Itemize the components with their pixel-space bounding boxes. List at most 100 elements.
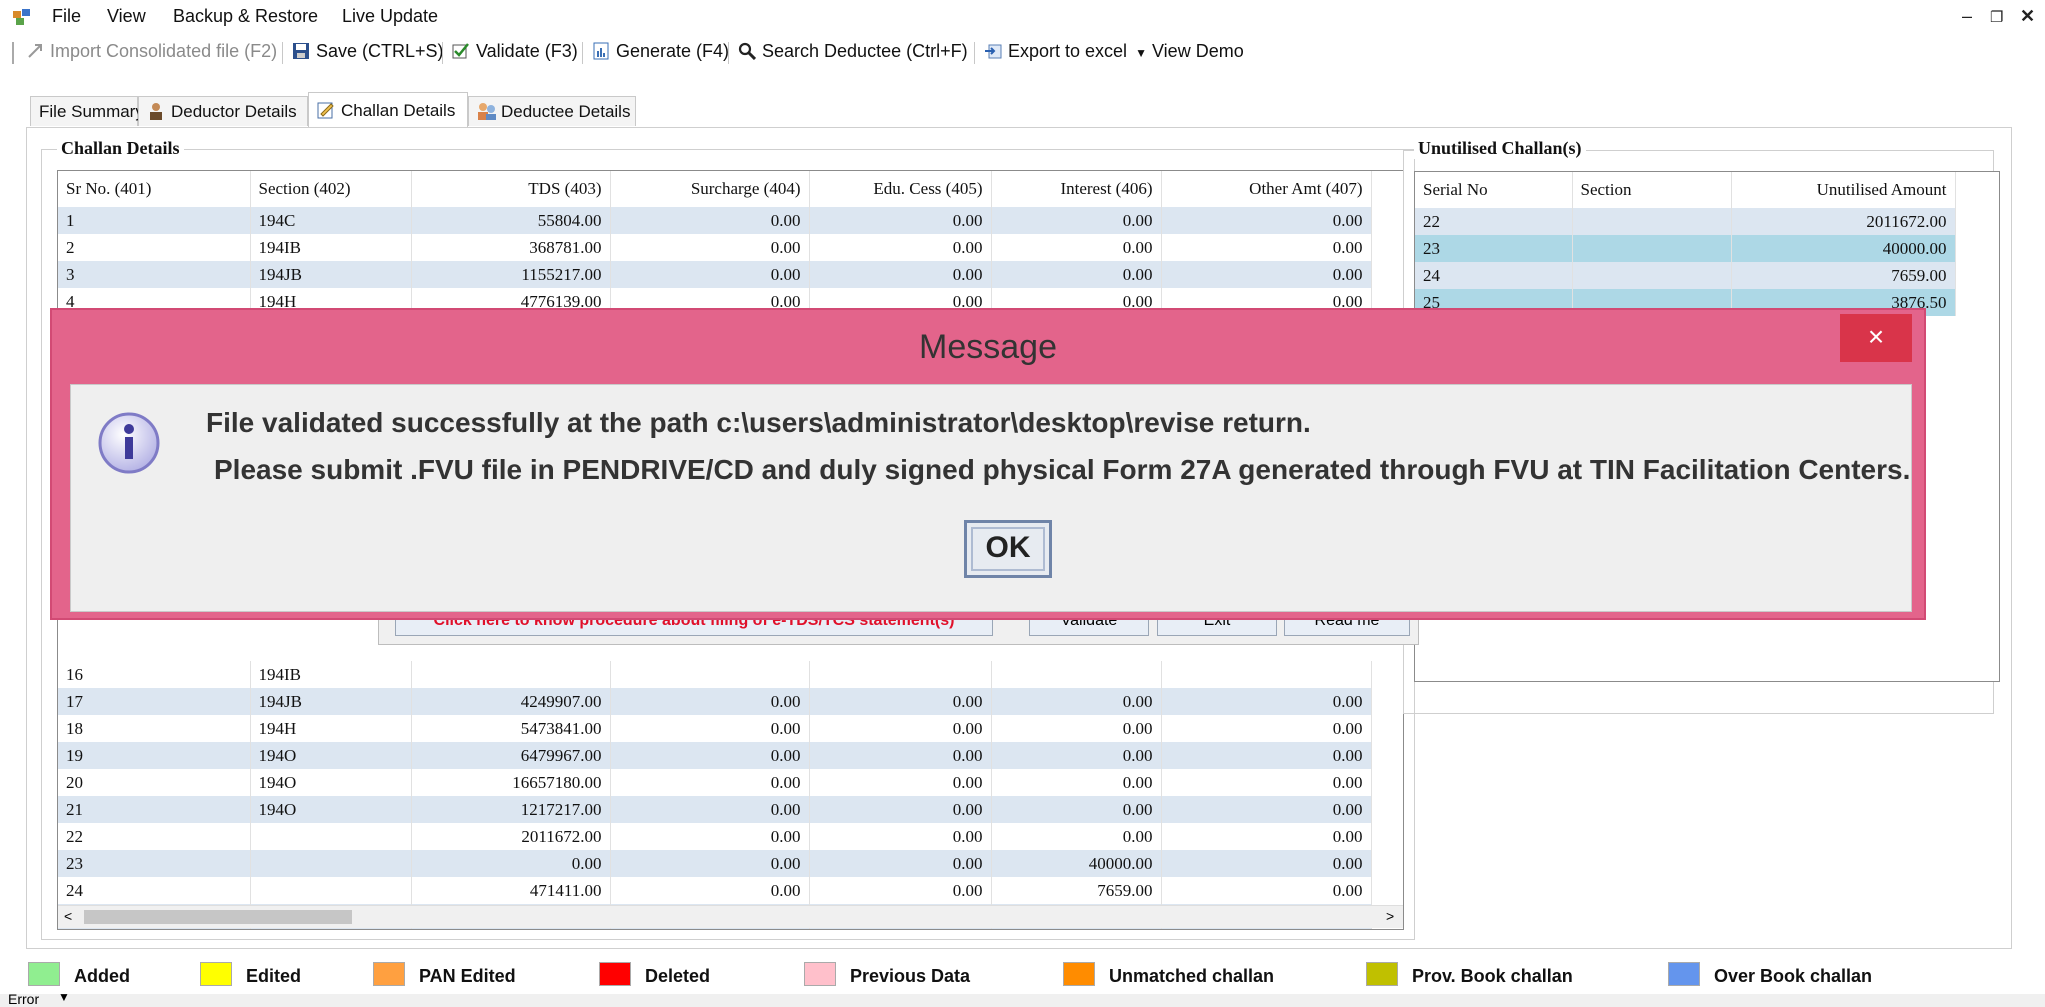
cell-edu-cess[interactable]: 0.00 (809, 688, 992, 715)
cell-section[interactable] (250, 877, 412, 904)
cell-sr-no[interactable]: 2 (58, 234, 251, 261)
cell-interest[interactable]: 0.00 (991, 234, 1162, 261)
cell-interest[interactable] (991, 661, 1162, 688)
menu-backup-restore[interactable]: Backup & Restore (173, 6, 318, 27)
cell-surcharge[interactable]: 0.00 (610, 796, 810, 823)
menu-live-update[interactable]: Live Update (342, 6, 438, 27)
cell-tds[interactable]: 4249907.00 (411, 688, 611, 715)
close-icon[interactable]: × (1840, 314, 1912, 362)
cell-section[interactable]: 194IB (250, 234, 412, 261)
cell-section[interactable] (250, 850, 412, 877)
col-header-serial-no[interactable]: Serial No (1415, 172, 1573, 208)
table-row[interactable]: 1 194C 55804.00 0.00 0.00 0.00 0.00 (58, 207, 1372, 234)
chevron-down-icon[interactable]: ▼ (58, 990, 70, 1004)
table-row[interactable]: 3 194JB 1155217.00 0.00 0.00 0.00 0.00 (58, 261, 1372, 288)
col-header-other-amt[interactable]: Other Amt (407) (1161, 171, 1372, 207)
col-header-section[interactable]: Section (402) (250, 171, 412, 207)
close-window-icon[interactable]: ✕ (2020, 6, 2035, 27)
cell-surcharge[interactable]: 0.00 (610, 234, 810, 261)
cell-sr-no[interactable]: 18 (58, 715, 251, 742)
cell-tds[interactable]: 16657180.00 (411, 769, 611, 796)
table-row[interactable]: 16 194IB (58, 661, 1372, 688)
cell-interest[interactable]: 0.00 (991, 796, 1162, 823)
horizontal-scrollbar[interactable]: < > (58, 905, 1403, 928)
cell-section[interactable]: 194O (250, 796, 412, 823)
cell-edu-cess[interactable]: 0.00 (809, 823, 992, 850)
cell-tds[interactable]: 55804.00 (411, 207, 611, 234)
col-header-section[interactable]: Section (1572, 172, 1732, 208)
col-header-sr-no[interactable]: Sr No. (401) (58, 171, 251, 207)
tab-challan-details[interactable]: Challan Details (308, 92, 468, 127)
cell-interest[interactable]: 0.00 (991, 261, 1162, 288)
table-row[interactable]: 22 2011672.00 (1415, 208, 1956, 235)
cell-sr-no[interactable]: 21 (58, 796, 251, 823)
table-row[interactable]: 23 0.00 0.00 0.00 40000.00 0.00 (58, 850, 1372, 877)
cell-edu-cess[interactable]: 0.00 (809, 715, 992, 742)
col-header-edu-cess[interactable]: Edu. Cess (405) (809, 171, 992, 207)
col-header-unutilised-amount[interactable]: Unutilised Amount (1731, 172, 1956, 208)
cell-interest[interactable]: 0.00 (991, 742, 1162, 769)
cell-surcharge[interactable]: 0.00 (610, 823, 810, 850)
save-button[interactable]: Save (CTRL+S) (292, 41, 444, 62)
cell-tds[interactable]: 5473841.00 (411, 715, 611, 742)
cell-unutilised-amount[interactable]: 7659.00 (1731, 262, 1956, 289)
cell-surcharge[interactable]: 0.00 (610, 877, 810, 904)
table-row[interactable]: 2 194IB 368781.00 0.00 0.00 0.00 0.00 (58, 234, 1372, 261)
cell-unutilised-amount[interactable]: 40000.00 (1731, 235, 1956, 262)
validate-button[interactable]: Validate (F3) (452, 41, 578, 62)
cell-surcharge[interactable]: 0.00 (610, 769, 810, 796)
cell-surcharge[interactable]: 0.00 (610, 261, 810, 288)
tab-file-summary[interactable]: File Summary (30, 96, 144, 126)
cell-section[interactable] (1572, 262, 1732, 289)
cell-sr-no[interactable]: 24 (58, 877, 251, 904)
table-row[interactable]: 24 7659.00 (1415, 262, 1956, 289)
col-header-interest[interactable]: Interest (406) (991, 171, 1162, 207)
cell-surcharge[interactable]: 0.00 (610, 850, 810, 877)
tab-deductee-details[interactable]: Deductee Details (468, 96, 636, 126)
cell-section[interactable] (1572, 208, 1732, 235)
cell-sr-no[interactable]: 19 (58, 742, 251, 769)
cell-sr-no[interactable]: 1 (58, 207, 251, 234)
cell-interest[interactable]: 0.00 (991, 823, 1162, 850)
table-row[interactable]: 22 2011672.00 0.00 0.00 0.00 0.00 (58, 823, 1372, 850)
col-header-surcharge[interactable]: Surcharge (404) (610, 171, 810, 207)
view-demo-button[interactable]: View Demo (1152, 41, 1244, 62)
cell-section[interactable]: 194O (250, 769, 412, 796)
table-row[interactable]: 18 194H 5473841.00 0.00 0.00 0.00 0.00 (58, 715, 1372, 742)
cell-sr-no[interactable]: 20 (58, 769, 251, 796)
generate-button[interactable]: Generate (F4) (592, 41, 729, 62)
cell-interest[interactable]: 0.00 (991, 688, 1162, 715)
cell-sr-no[interactable]: 17 (58, 688, 251, 715)
cell-other-amt[interactable]: 0.00 (1161, 688, 1372, 715)
cell-other-amt[interactable] (1161, 661, 1372, 688)
cell-section[interactable]: 194C (250, 207, 412, 234)
cell-tds[interactable]: 2011672.00 (411, 823, 611, 850)
cell-tds[interactable]: 1217217.00 (411, 796, 611, 823)
table-row[interactable]: 17 194JB 4249907.00 0.00 0.00 0.00 0.00 (58, 688, 1372, 715)
cell-edu-cess[interactable]: 0.00 (809, 261, 992, 288)
cell-section[interactable]: 194O (250, 742, 412, 769)
menu-view[interactable]: View (107, 6, 146, 27)
cell-sr-no[interactable]: 3 (58, 261, 251, 288)
cell-edu-cess[interactable]: 0.00 (809, 850, 992, 877)
cell-surcharge[interactable]: 0.00 (610, 207, 810, 234)
import-button[interactable]: Import Consolidated file (F2) (26, 41, 277, 62)
minimize-icon[interactable]: – (1962, 6, 1972, 27)
cell-tds[interactable] (411, 661, 611, 688)
cell-other-amt[interactable]: 0.00 (1161, 850, 1372, 877)
cell-sr-no[interactable]: 16 (58, 661, 251, 688)
cell-serial-no[interactable]: 22 (1415, 208, 1573, 235)
scroll-right-icon[interactable]: > (1386, 908, 1394, 924)
cell-serial-no[interactable]: 23 (1415, 235, 1573, 262)
table-row[interactable]: 21 194O 1217217.00 0.00 0.00 0.00 0.00 (58, 796, 1372, 823)
cell-tds[interactable]: 368781.00 (411, 234, 611, 261)
cell-other-amt[interactable]: 0.00 (1161, 261, 1372, 288)
cell-edu-cess[interactable]: 0.00 (809, 742, 992, 769)
table-row[interactable]: 23 40000.00 (1415, 235, 1956, 262)
cell-unutilised-amount[interactable]: 2011672.00 (1731, 208, 1956, 235)
table-row[interactable]: 20 194O 16657180.00 0.00 0.00 0.00 0.00 (58, 769, 1372, 796)
cell-other-amt[interactable]: 0.00 (1161, 796, 1372, 823)
cell-interest[interactable]: 7659.00 (991, 877, 1162, 904)
cell-other-amt[interactable]: 0.00 (1161, 823, 1372, 850)
cell-tds[interactable]: 0.00 (411, 850, 611, 877)
